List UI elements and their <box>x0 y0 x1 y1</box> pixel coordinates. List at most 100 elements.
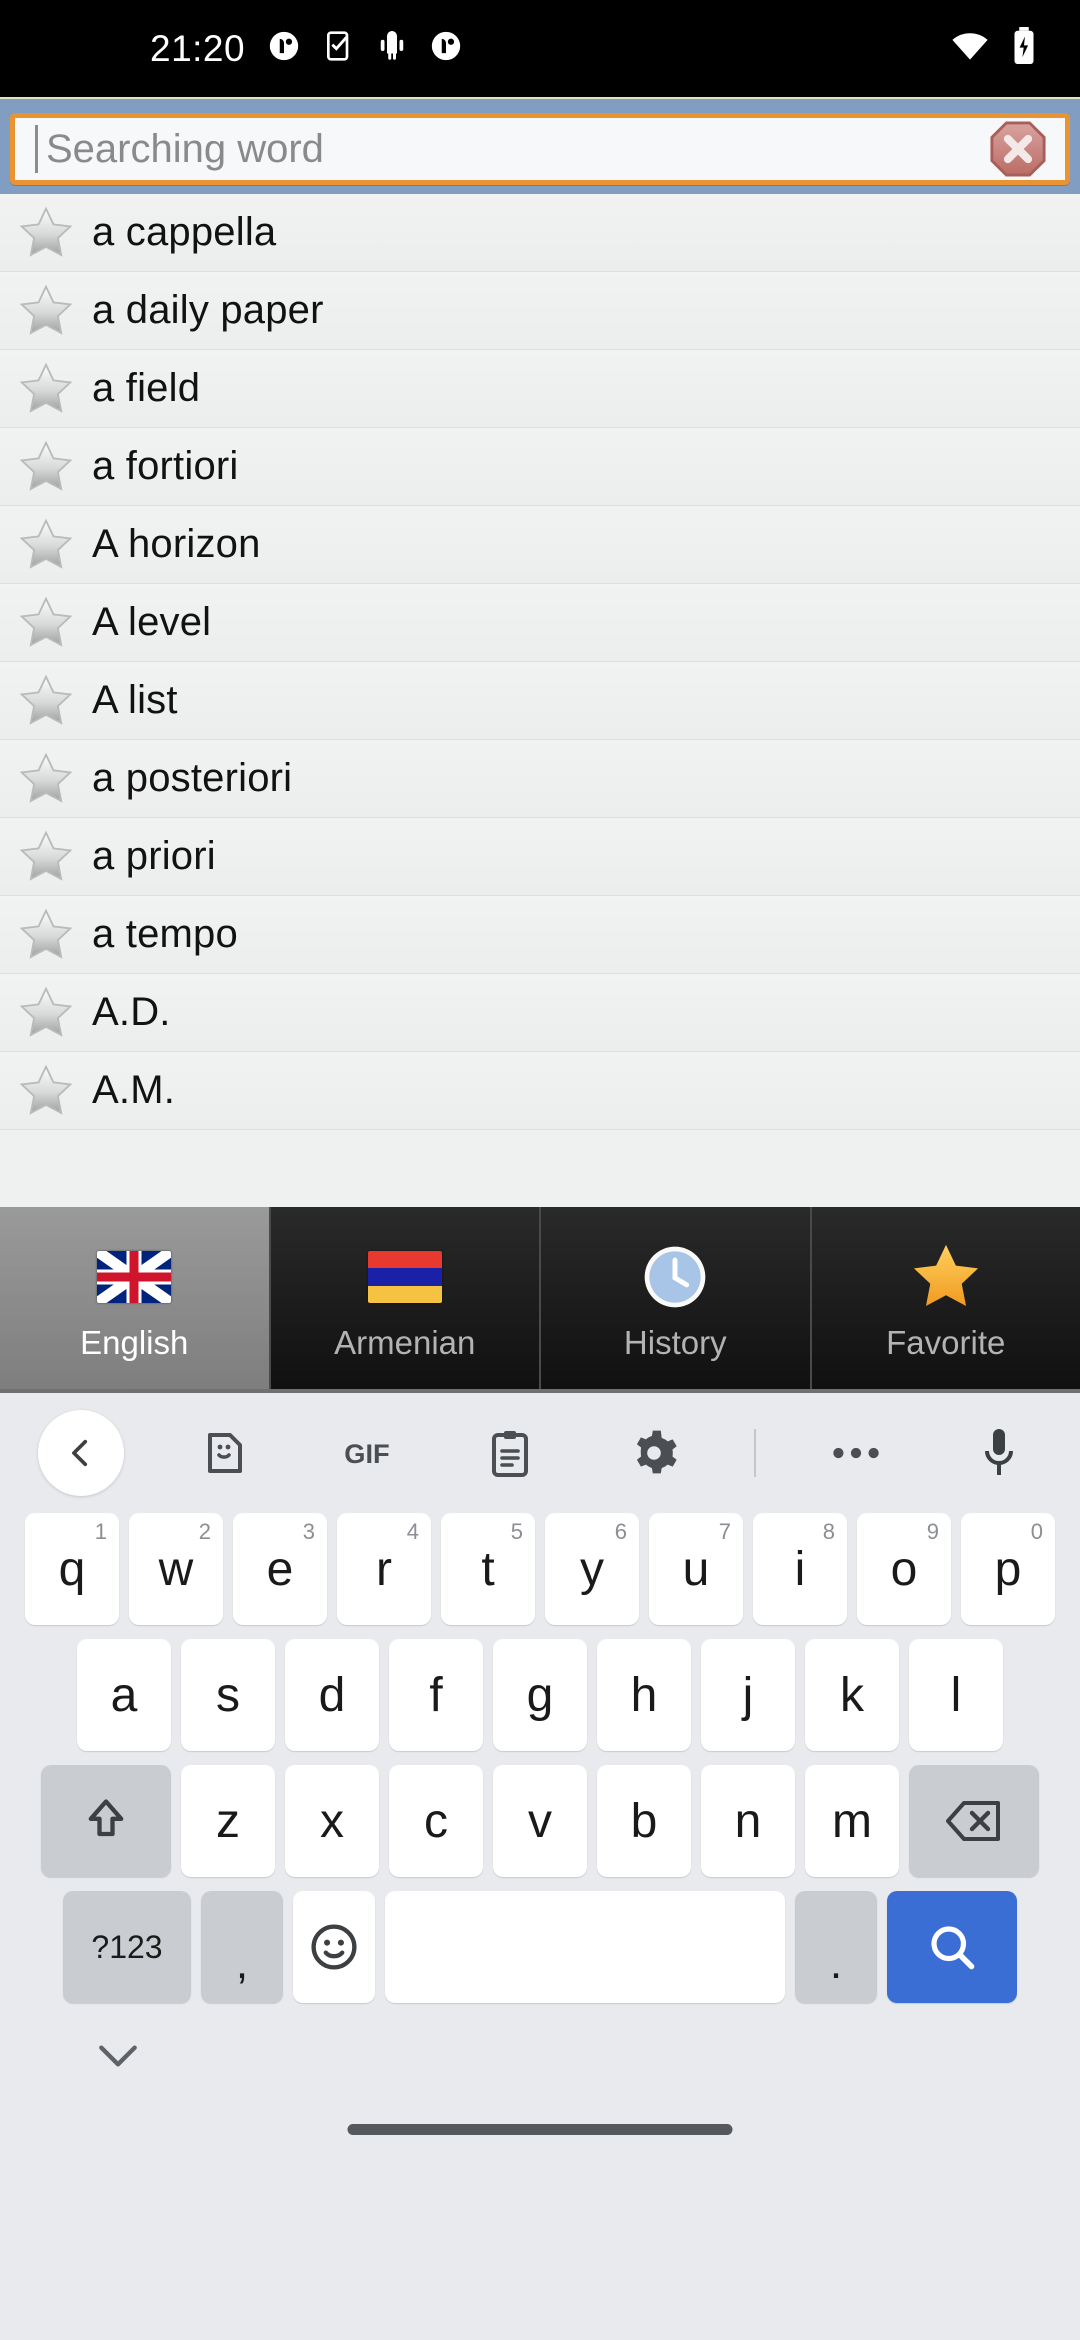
battery-charging-icon <box>1012 27 1036 70</box>
favorite-star-outline-icon[interactable] <box>0 439 92 495</box>
emoji-smiley-icon[interactable] <box>293 1891 375 2003</box>
word-list-item[interactable]: A list <box>0 662 1080 740</box>
word-list-item[interactable]: A.D. <box>0 974 1080 1052</box>
tab-label: Armenian <box>334 1324 476 1361</box>
key-label: s <box>216 1668 240 1722</box>
toolbar-divider <box>753 1429 756 1477</box>
key-c[interactable]: c <box>389 1765 483 1877</box>
chevron-down-icon[interactable] <box>98 2043 138 2074</box>
favorite-star-outline-icon[interactable] <box>0 361 92 417</box>
gear-icon[interactable] <box>611 1410 697 1496</box>
tab-favorite[interactable]: Favorite <box>811 1207 1080 1389</box>
key-z[interactable]: z <box>181 1765 275 1877</box>
key-d[interactable]: d <box>285 1639 379 1751</box>
favorite-star-outline-icon[interactable] <box>0 517 92 573</box>
key-label: m <box>832 1794 872 1848</box>
status-bar-right <box>950 27 1036 70</box>
tab-armenian[interactable]: Armenian <box>270 1207 541 1389</box>
clipboard-icon[interactable] <box>467 1410 553 1496</box>
space-key[interactable] <box>385 1891 785 2003</box>
key-label: e <box>266 1542 294 1596</box>
key-o[interactable]: 9o <box>857 1513 951 1625</box>
sticker-icon[interactable] <box>181 1410 267 1496</box>
word-list-item[interactable]: A.M. <box>0 1052 1080 1130</box>
key-number-hint: 7 <box>718 1519 731 1544</box>
word-list-item[interactable]: a cappella <box>0 194 1080 272</box>
status-bar-clock: 21:20 <box>150 27 246 69</box>
favorite-star-outline-icon[interactable] <box>0 985 92 1041</box>
back-chevron-icon[interactable] <box>38 1410 124 1496</box>
word-list-item[interactable]: a fortiori <box>0 428 1080 506</box>
favorite-star-outline-icon[interactable] <box>0 673 92 729</box>
clear-octagon-x-icon[interactable] <box>987 118 1049 180</box>
key-i[interactable]: 8i <box>753 1513 847 1625</box>
key-f[interactable]: f <box>389 1639 483 1751</box>
key-g[interactable]: g <box>493 1639 587 1751</box>
word-list-item[interactable]: A level <box>0 584 1080 662</box>
key-t[interactable]: 5t <box>441 1513 535 1625</box>
favorite-star-outline-icon[interactable] <box>0 751 92 807</box>
key-label: v <box>528 1794 552 1848</box>
keyboard-row-2: asdfghjkl <box>6 1639 1074 1751</box>
favorite-star-outline-icon[interactable] <box>0 1063 92 1119</box>
keyboard-toolbar: GIF <box>0 1393 1080 1513</box>
overflow-dots-icon[interactable] <box>813 1410 899 1496</box>
backspace-icon[interactable] <box>909 1765 1039 1877</box>
favorite-star-outline-icon[interactable] <box>0 595 92 651</box>
comma-key[interactable]: , <box>201 1891 283 2003</box>
key-u[interactable]: 7u <box>649 1513 743 1625</box>
key-b[interactable]: b <box>597 1765 691 1877</box>
tab-history[interactable]: History <box>541 1207 812 1389</box>
key-number-hint: 5 <box>510 1519 523 1544</box>
key-h[interactable]: h <box>597 1639 691 1751</box>
word-list-item[interactable]: a field <box>0 350 1080 428</box>
favorite-star-outline-icon[interactable] <box>0 205 92 261</box>
key-number-hint: 8 <box>822 1519 835 1544</box>
word-label: A.D. <box>92 990 171 1034</box>
key-number-hint: 2 <box>198 1519 211 1544</box>
uk-flag-icon <box>97 1240 172 1314</box>
word-list-item[interactable]: A horizon <box>0 506 1080 584</box>
key-n[interactable]: n <box>701 1765 795 1877</box>
key-j[interactable]: j <box>701 1639 795 1751</box>
key-v[interactable]: v <box>493 1765 587 1877</box>
tab-label: Favorite <box>886 1324 1006 1361</box>
keyboard-row-3: zxcvbnm <box>6 1765 1074 1877</box>
tab-english[interactable]: English <box>0 1207 271 1389</box>
key-l[interactable]: l <box>909 1639 1003 1751</box>
key-e[interactable]: 3e <box>233 1513 327 1625</box>
key-k[interactable]: k <box>805 1639 899 1751</box>
key-q[interactable]: 1q <box>25 1513 119 1625</box>
gif-icon[interactable]: GIF <box>324 1410 410 1496</box>
period-key[interactable]: . <box>795 1891 877 2003</box>
favorite-star-outline-icon[interactable] <box>0 829 92 885</box>
key-r[interactable]: 4r <box>337 1513 431 1625</box>
word-list[interactable]: a cappella a daily paper a field a forti… <box>0 194 1080 1207</box>
shift-arrow-icon[interactable] <box>41 1765 171 1877</box>
favorite-star-outline-icon[interactable] <box>0 283 92 339</box>
word-list-item[interactable]: a priori <box>0 818 1080 896</box>
word-list-item[interactable]: a daily paper <box>0 272 1080 350</box>
word-list-item[interactable]: a posteriori <box>0 740 1080 818</box>
search-header: Searching word <box>0 97 1080 194</box>
key-number-hint: 6 <box>614 1519 627 1544</box>
search-magnifier-icon[interactable] <box>887 1891 1017 2003</box>
search-input[interactable]: Searching word <box>10 113 1070 185</box>
key-p[interactable]: 0p <box>961 1513 1055 1625</box>
key-label: t <box>481 1542 495 1596</box>
key-m[interactable]: m <box>805 1765 899 1877</box>
word-list-item[interactable]: a tempo <box>0 896 1080 974</box>
key-y[interactable]: 6y <box>545 1513 639 1625</box>
symbols-key[interactable]: ?123 <box>63 1891 191 2003</box>
key-a[interactable]: a <box>77 1639 171 1751</box>
key-w[interactable]: 2w <box>129 1513 223 1625</box>
key-s[interactable]: s <box>181 1639 275 1751</box>
gesture-navigation-bar[interactable] <box>347 2124 733 2135</box>
task-check-icon <box>323 29 355 68</box>
armenia-flag-icon <box>367 1240 442 1314</box>
microphone-icon[interactable] <box>956 1410 1042 1496</box>
favorite-star-outline-icon[interactable] <box>0 907 92 963</box>
key-x[interactable]: x <box>285 1765 379 1877</box>
key-label: j <box>742 1668 754 1722</box>
tab-label: English <box>80 1324 189 1361</box>
